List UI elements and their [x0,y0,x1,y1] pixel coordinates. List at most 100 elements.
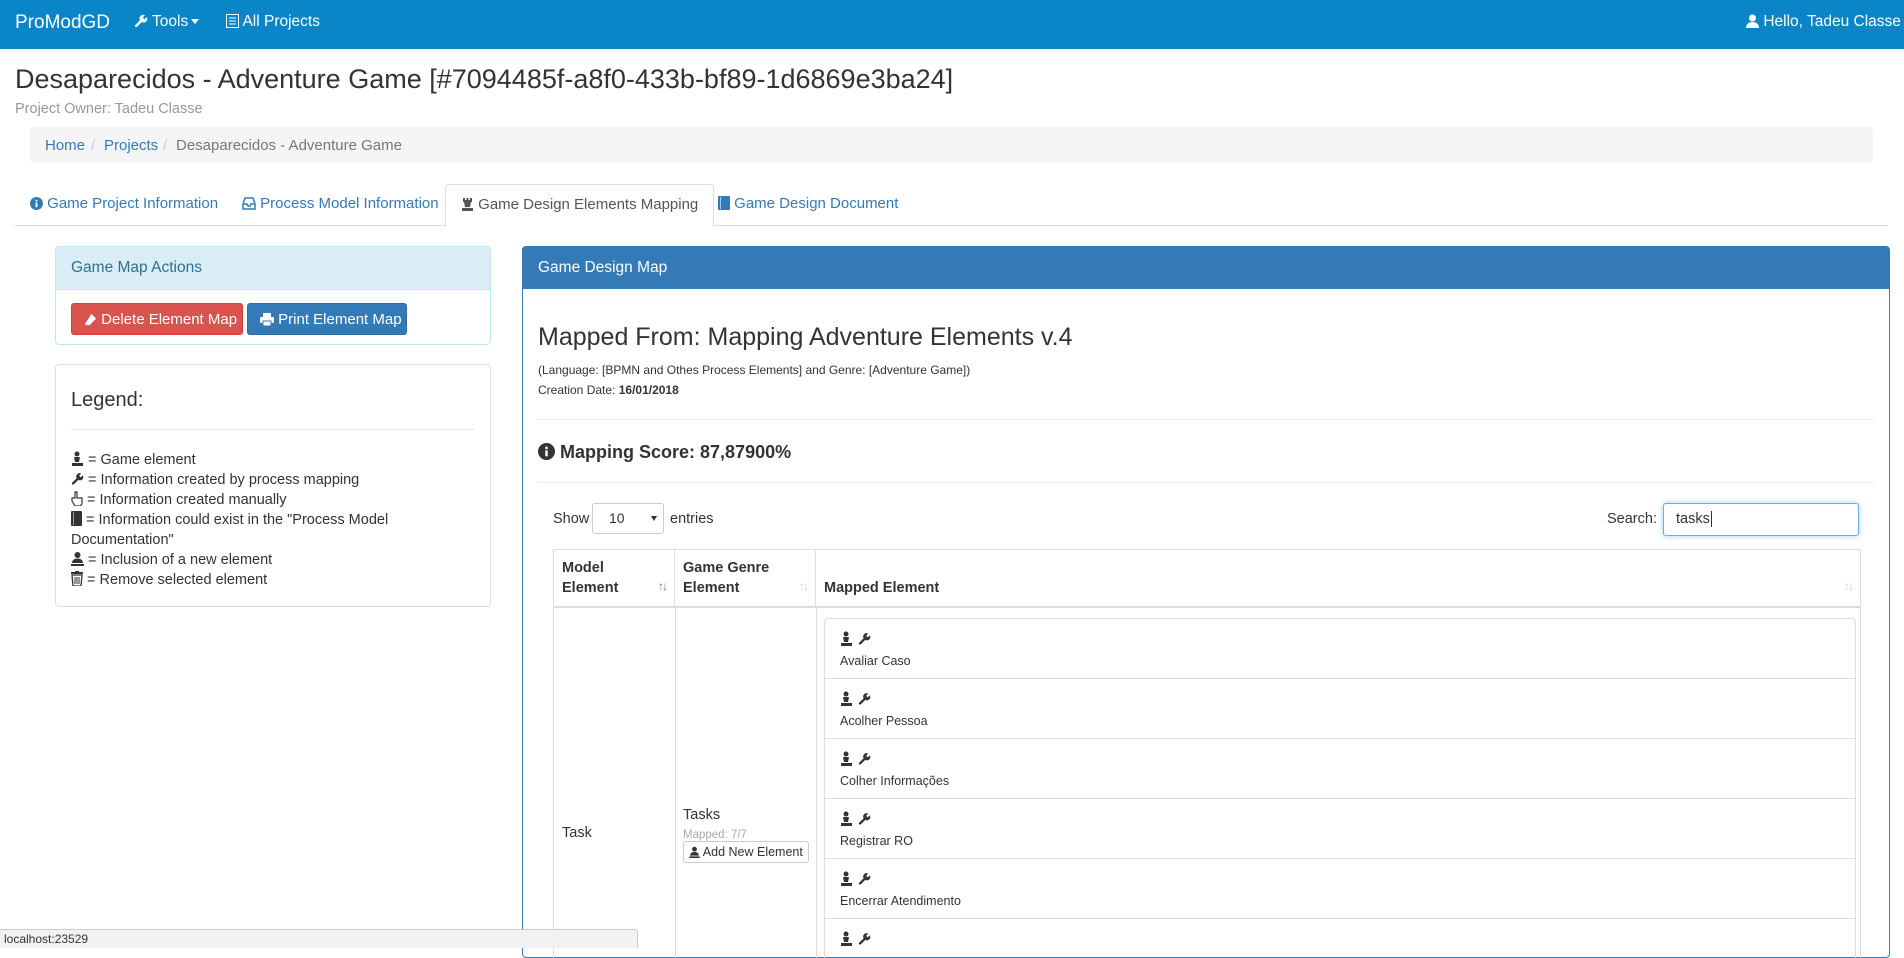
mapped-from-title: Mapped From: Mapping Adventure Elements … [538,323,1073,352]
chess-piece-icon [840,871,853,886]
creation-date-line: Creation Date: 16/01/2018 [538,383,679,397]
breadcrumb-separator: / [163,137,167,154]
mapped-element-list: Avaliar Caso Acolher Pessoa Colher Infor… [824,618,1856,958]
chess-piece-icon [71,451,84,466]
print-icon [260,313,274,326]
mapped-count: Mapped: 7/7 [683,829,747,841]
list-item[interactable] [825,919,1855,958]
element-name: Avaliar Caso [840,654,911,668]
print-element-map-button[interactable]: Print Element Map [247,303,407,335]
legend-item: = Information created by process mapping [71,470,471,490]
chess-icon [461,197,474,211]
tab-label: Game Design Elements Mapping [478,196,698,213]
legend-item: = Inclusion of a new element [71,550,471,570]
book-icon [71,511,82,526]
creation-date: 16/01/2018 [619,383,679,397]
list-item[interactable]: Acolher Pessoa [825,679,1855,739]
tab-label: Game Design Document [734,195,898,212]
legend-item: = Remove selected element [71,570,471,590]
list-item[interactable]: Encerrar Atendimento [825,859,1855,919]
legend-item: = Information could exist in the "Proces… [71,510,471,550]
browser-status-bar: localhost:23529 [0,929,638,948]
trash-icon [71,571,83,586]
project-owner: Project Owner: Tadeu Classe [15,101,203,117]
user-label: Hello, Tadeu Classe [1763,13,1901,30]
book-icon [718,196,730,210]
entries-label: entries [670,511,714,527]
column-header-mapped-element[interactable]: Mapped Element ↑↓ [816,550,1860,606]
wrench-icon [858,932,871,946]
element-icons [840,869,871,885]
search-label: Search: [1607,511,1657,527]
eraser-icon [84,313,97,326]
tab-game-project-information[interactable]: Game Project Information [30,184,218,224]
element-icons [840,749,871,765]
divider [71,429,475,430]
chess-piece-icon [840,691,853,706]
user-menu[interactable]: Hello, Tadeu Classe [1746,13,1904,31]
hand-pointer-icon [71,491,83,506]
chess-piece-icon [840,631,853,646]
tab-bar: Game Project Information Process Model I… [15,184,1888,226]
element-name: Colher Informações [840,774,949,788]
tab-process-model-information[interactable]: Process Model Information [242,184,439,224]
breadcrumb-projects[interactable]: Projects [104,137,158,154]
wrench-icon [134,14,148,28]
page-title: Desaparecidos - Adventure Game [#7094485… [15,64,953,95]
element-name: Acolher Pessoa [840,714,928,728]
all-projects-link[interactable]: All Projects [226,13,320,31]
list-item[interactable]: Registrar RO [825,799,1855,859]
column-divider [675,608,676,958]
mapping-table: Model Element ↑↓ Game Genre Element ↑↓ M… [553,549,1861,958]
breadcrumb-separator: / [91,137,95,154]
breadcrumb-current: Desaparecidos - Adventure Game [176,137,402,154]
breadcrumb: Home / Projects / Desaparecidos - Advent… [30,127,1873,163]
game-genre-element-cell: Tasks [683,807,720,823]
sort-icon: ↑↓ [799,576,807,596]
tab-game-design-document[interactable]: Game Design Document [718,184,898,224]
element-icons [840,809,871,825]
show-label: Show [553,511,589,527]
element-icons [840,629,871,645]
list-item[interactable]: Colher Informações [825,739,1855,799]
navbar: ProModGD Tools All Projects Hello, Tadeu… [0,0,1904,49]
legend-panel: Legend: = Game element = Information cre… [55,364,491,607]
delete-element-map-button[interactable]: Delete Element Map [71,303,243,335]
game-map-actions-panel: Game Map Actions Delete Element Map Prin… [55,246,491,345]
brand-link[interactable]: ProModGD [15,12,110,34]
legend-item: = Game element [71,450,471,470]
element-name: Encerrar Atendimento [840,894,961,908]
chess-piece-icon [840,931,853,946]
breadcrumb-home[interactable]: Home [45,137,85,154]
column-divider [816,608,817,958]
caret-down-icon [191,19,199,24]
sort-icon: ↑↓ [1844,576,1852,596]
add-new-element-button[interactable]: Add New Element [683,841,809,863]
element-name: Registrar RO [840,834,913,848]
tab-label: Game Project Information [47,195,218,212]
search-input[interactable]: tasks [1663,503,1859,536]
inbox-icon [242,197,256,210]
info-icon [30,197,43,210]
chess-piece-icon [840,811,853,826]
divider [538,482,1874,483]
list-icon [226,14,239,28]
wrench-icon [858,692,871,706]
panel-heading: Game Design Map [523,247,1889,289]
column-header-game-genre-element[interactable]: Game Genre Element ↑↓ [675,550,816,606]
sort-icon: ↑↓ [658,576,666,596]
entries-select[interactable]: 10 [592,503,664,534]
divider [538,419,1874,420]
wrench-icon [858,752,871,766]
element-icons [840,689,871,705]
list-item[interactable]: Avaliar Caso [825,619,1855,679]
tools-menu[interactable]: Tools [134,13,199,31]
tab-game-design-elements-mapping[interactable]: Game Design Elements Mapping [445,184,714,227]
column-header-model-element[interactable]: Model Element ↑↓ [554,550,675,606]
add-user-icon [689,846,700,858]
legend-item: = Information created manually [71,490,471,510]
tab-label: Process Model Information [260,195,438,212]
all-projects-label: All Projects [242,13,320,30]
wrench-icon [858,632,871,646]
language-genre-line: (Language: [BPMN and Othes Process Eleme… [538,363,970,377]
